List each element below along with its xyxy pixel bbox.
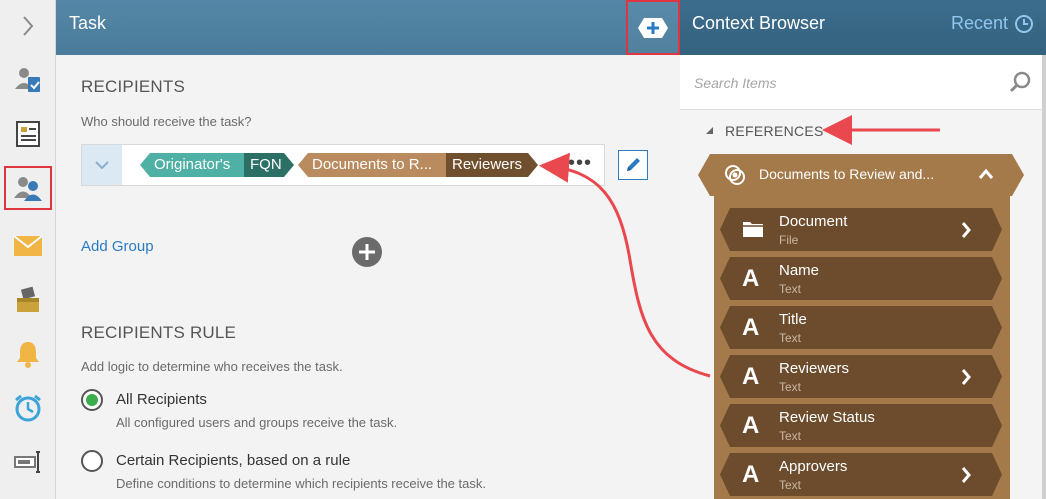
inbox-box-icon — [17, 286, 39, 312]
chevron-right-icon — [23, 16, 34, 36]
reference-icon — [724, 164, 748, 186]
reference-item-type: Text — [779, 282, 802, 296]
pencil-icon — [627, 158, 640, 171]
reviewers-chip[interactable]: Reviewers — [446, 153, 538, 177]
reference-item-type: File — [779, 233, 799, 247]
reference-item-name: Reviewers — [779, 360, 850, 377]
context-browser-header: Context Browser Recent — [680, 0, 1046, 55]
recent-button[interactable] — [1014, 14, 1034, 39]
recipients-section-subtitle: Who should receive the task? — [81, 114, 252, 129]
expand-rail-button[interactable] — [4, 4, 52, 48]
reference-item-review-status[interactable]: A Review Status Text — [720, 404, 1002, 447]
search-icon — [1009, 71, 1031, 93]
rule-option-desc: Define conditions to determine which rec… — [116, 476, 486, 491]
rule-option-label: All Recipients — [116, 391, 207, 408]
fqn-chip[interactable]: FQN — [244, 153, 294, 177]
rule-option-desc: All configured users and groups receive … — [116, 415, 398, 430]
context-browser-body: REFERENCES Documents to Review and... Do… — [680, 110, 1042, 499]
user-check-icon — [15, 68, 40, 92]
collapse-triangle-icon[interactable] — [706, 127, 714, 135]
chevron-up-icon[interactable] — [978, 168, 994, 180]
recipients-list-row[interactable]: Originator's FQN Documents to R... Revie… — [81, 144, 605, 186]
chevron-right-icon[interactable] — [960, 368, 972, 386]
reference-item-name: Approvers — [779, 458, 848, 475]
rule-option-label: Certain Recipients, based on a rule — [116, 452, 351, 469]
more-options-button[interactable]: ••• — [568, 153, 592, 173]
documents-chip[interactable]: Documents to R... — [298, 153, 446, 177]
search-button[interactable] — [1009, 71, 1031, 98]
recipients-rule-title: RECIPIENTS RULE — [81, 323, 237, 342]
reference-group-header[interactable]: Documents to Review and... — [698, 154, 1024, 196]
task-header: Task — [56, 0, 680, 55]
plus-tag-icon — [638, 17, 668, 38]
add-recipient-button[interactable] — [351, 236, 383, 273]
text-field-icon — [14, 451, 40, 473]
rail-notification-button[interactable] — [4, 332, 52, 376]
chevron-right-icon[interactable] — [960, 221, 972, 239]
chevron-right-icon[interactable] — [960, 466, 972, 484]
reference-item-reviewers[interactable]: A Reviewers Text — [720, 355, 1002, 398]
reference-item-type: Text — [779, 331, 802, 345]
edit-recipient-button[interactable] — [618, 150, 648, 180]
originator-chip[interactable]: Originator's — [140, 153, 244, 177]
left-icon-rail — [0, 0, 56, 499]
rail-form-button[interactable] — [4, 112, 52, 156]
rail-text-field-button[interactable] — [4, 440, 52, 484]
recipient-expand-button[interactable] — [82, 145, 122, 185]
alarm-clock-icon — [15, 394, 41, 422]
context-browser-scrollbar[interactable] — [1042, 55, 1046, 499]
reference-group-label: Documents to Review and... — [759, 166, 935, 182]
rail-escalation-button[interactable] — [4, 386, 52, 430]
text-a-icon: A — [742, 363, 760, 390]
context-search-input[interactable] — [692, 72, 992, 94]
folder-icon — [742, 219, 764, 239]
task-body: RECIPIENTS Who should receive the task? … — [56, 55, 680, 499]
users-icon — [14, 177, 42, 201]
task-title: Task — [69, 13, 107, 33]
context-browser-title: Context Browser — [692, 13, 826, 33]
text-a-icon: A — [742, 461, 760, 488]
all-recipients-radio[interactable] — [81, 389, 103, 411]
reference-item-name: Name — [779, 262, 820, 279]
rail-inbox-button[interactable] — [4, 278, 52, 322]
reference-item-document[interactable]: Document File — [720, 208, 1002, 251]
recipients-section-title: RECIPIENTS — [81, 77, 186, 96]
reference-item-name: Title — [779, 311, 807, 328]
add-context-button[interactable] — [626, 0, 680, 55]
reference-item-name: Review Status — [779, 409, 875, 426]
certain-recipients-radio[interactable] — [81, 450, 103, 472]
reference-item-approvers[interactable]: A Approvers Text — [720, 453, 1002, 496]
reference-item-type: Text — [779, 429, 802, 443]
reference-item-type: Text — [779, 380, 802, 394]
text-a-icon: A — [742, 314, 760, 341]
reference-item-title[interactable]: A Title Text — [720, 306, 1002, 349]
rail-user-task-button[interactable] — [4, 58, 52, 102]
mail-icon — [13, 235, 43, 256]
reference-item-type: Text — [779, 478, 802, 492]
reference-item-name-field[interactable]: A Name Text — [720, 257, 1002, 300]
reference-items-panel: Document File A Name Text A Title Text A… — [714, 196, 1010, 499]
rail-recipients-button[interactable] — [4, 166, 52, 210]
plus-circle-icon — [352, 237, 382, 267]
references-label[interactable]: REFERENCES — [725, 123, 824, 139]
recipients-rule-subtitle: Add logic to determine who receives the … — [81, 359, 343, 374]
form-icon — [16, 121, 40, 147]
bell-icon — [17, 342, 39, 368]
clock-icon — [1015, 15, 1033, 33]
reference-item-name: Document — [779, 213, 848, 230]
context-search-bar — [680, 55, 1042, 110]
add-group-link[interactable]: Add Group — [81, 238, 154, 255]
text-a-icon: A — [742, 412, 760, 439]
chevron-down-icon — [95, 161, 109, 170]
rail-email-button[interactable] — [4, 224, 52, 268]
text-a-icon: A — [742, 265, 760, 292]
recent-link[interactable]: Recent — [951, 13, 1008, 34]
